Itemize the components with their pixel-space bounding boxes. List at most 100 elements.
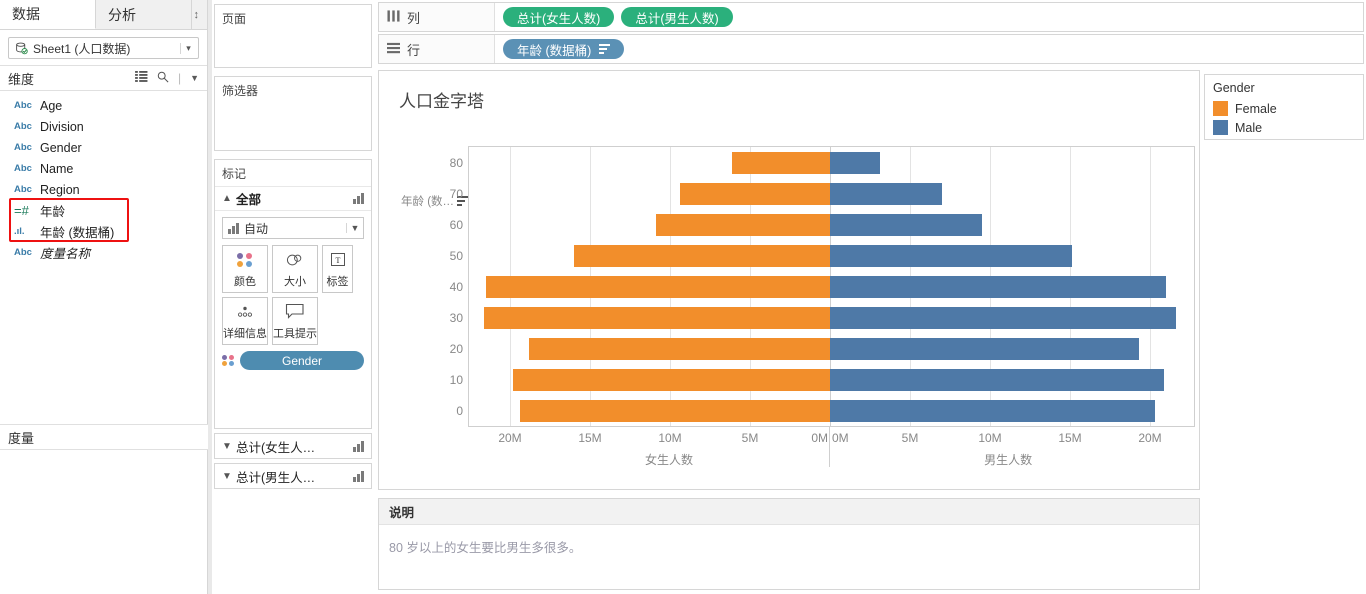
datasource-selector[interactable]: Sheet1 (人口数据) ▾ [8, 37, 199, 59]
field-row[interactable]: =# 年龄 [0, 200, 207, 221]
y-axis-tick: 80 [449, 155, 463, 170]
column-pill-0[interactable]: 总计(女生人数) [503, 7, 615, 27]
x-axis-tick-right-5: 5M [901, 431, 919, 445]
bar-female-80[interactable] [732, 151, 830, 174]
grid-icon[interactable] [135, 71, 148, 85]
color-legend: Gender Female Male [1204, 74, 1364, 140]
legend-title: Gender [1213, 81, 1255, 95]
field-row[interactable]: Abc Division [0, 116, 207, 137]
columns-shelf[interactable]: 列 总计(女生人数) 总计(男生人数) [378, 2, 1364, 32]
dimensions-title: 维度 [8, 71, 35, 87]
pane-resize-handle[interactable]: ↕ [192, 0, 207, 29]
chevron-down-icon[interactable]: ▼ [222, 441, 236, 452]
bar-chart-icon [353, 470, 364, 482]
bar-female-20[interactable] [529, 337, 830, 360]
tooltip-button[interactable]: 工具提示 [272, 297, 318, 345]
detail-icon [235, 302, 255, 322]
total-female-card[interactable]: ▼ 总计(女生人… [214, 433, 372, 459]
tab-analysis[interactable]: 分析 [96, 0, 192, 29]
bar-female-60[interactable] [655, 213, 830, 236]
tooltip-icon [285, 302, 305, 322]
field-row[interactable]: Abc Age [0, 95, 207, 116]
rows-shelf[interactable]: 行 年龄 (数据桶) [378, 34, 1364, 64]
tooltip-button-label: 工具提示 [273, 327, 317, 340]
chevron-down-icon[interactable]: ▼ [346, 223, 363, 233]
bar-male-50[interactable] [830, 244, 1072, 267]
legend-item[interactable]: Female [1213, 99, 1355, 118]
updown-caret-icon: ↕ [193, 8, 200, 21]
columns-drop-area[interactable]: 总计(女生人数) 总计(男生人数) [495, 3, 1363, 31]
bar-male-80[interactable] [830, 151, 880, 174]
row-pill-0[interactable]: 年龄 (数据桶) [503, 39, 625, 59]
bar-male-0[interactable] [830, 399, 1155, 422]
shelves: 列 总计(女生人数) 总计(男生人数) 行 年龄 (数据桶) [378, 2, 1364, 68]
chevron-down-icon[interactable]: ▼ [222, 471, 236, 482]
chevron-down-icon[interactable]: ▾ [180, 42, 196, 54]
field-row[interactable]: Abc Region [0, 179, 207, 200]
legend-item[interactable]: Male [1213, 118, 1355, 137]
bin-field-icon: .ıl. [14, 226, 25, 237]
x-axis-tick-left-0: 0M [811, 431, 828, 445]
abc-field-icon: Abc [14, 247, 32, 258]
field-label: Age [40, 98, 63, 113]
bar-male-60[interactable] [830, 213, 982, 236]
rows-drop-area[interactable]: 年龄 (数据桶) [495, 35, 1363, 63]
filters-card[interactable]: 筛选器 [214, 76, 372, 151]
bar-female-70[interactable] [679, 182, 830, 205]
bar-male-70[interactable] [830, 182, 942, 205]
bar-chart-icon [353, 440, 364, 452]
dimensions-header: 维度 | ▼ [0, 65, 207, 91]
marks-all-row[interactable]: ▲ 全部 [215, 187, 371, 211]
tab-data[interactable]: 数据 [0, 0, 96, 29]
detail-button[interactable]: 详细信息 [222, 297, 268, 345]
bar-female-30[interactable] [484, 306, 830, 329]
bar-female-10[interactable] [513, 368, 830, 391]
column-pill-1[interactable]: 总计(男生人数) [621, 7, 733, 27]
label-button[interactable]: T 标签 [322, 245, 353, 293]
mark-type-value: 自动 [244, 221, 269, 236]
caret-down-icon[interactable]: ▼ [190, 73, 199, 83]
x-axis-tick-left-10: 10M [658, 431, 682, 445]
chevron-up-icon[interactable]: ▲ [222, 193, 236, 204]
marks-color-pill[interactable]: Gender [240, 351, 364, 370]
bar-female-0[interactable] [519, 399, 830, 422]
y-axis-tick: 30 [449, 310, 463, 325]
caption-header: 说明 [379, 499, 1199, 525]
dimensions-list: Abc Age Abc Division Abc Gender Abc Name Abc Regi… [0, 91, 207, 263]
pill-label: 总计(男生人数) [635, 11, 719, 26]
size-button[interactable]: 大小 [272, 245, 318, 293]
x-axis-title-right[interactable]: 男生人数 [984, 451, 1032, 468]
color-button[interactable]: 颜色 [222, 245, 268, 293]
field-label: 年龄 [40, 205, 66, 219]
datasource-row: Sheet1 (人口数据) ▾ [0, 30, 207, 65]
field-row[interactable]: Abc Gender [0, 137, 207, 158]
pill-label: 年龄 (数据桶) [517, 43, 592, 58]
bar-female-50[interactable] [574, 244, 830, 267]
sort-icon[interactable] [599, 44, 611, 54]
pages-card[interactable]: 页面 [214, 4, 372, 68]
search-icon[interactable] [157, 71, 169, 86]
visualization-worksheet: 人口金字塔 年龄 (数… 80 70 60 50 40 30 20 10 0 20M 15M 10M… [378, 70, 1200, 490]
field-label: Name [40, 161, 74, 176]
field-label: Region [40, 182, 80, 197]
axis-divider [829, 427, 830, 467]
x-axis-title-left[interactable]: 女生人数 [645, 451, 693, 468]
bar-male-10[interactable] [830, 368, 1165, 391]
marks-color-pill-row: Gender [222, 351, 364, 370]
abc-field-icon: Abc [14, 142, 32, 153]
caption-panel: 说明 80 岁以上的女生要比男生多很多。 [378, 498, 1200, 590]
datasource-name: Sheet1 (人口数据) [33, 41, 131, 56]
field-row[interactable]: .ıl. 年龄 (数据桶) [0, 221, 207, 242]
field-row[interactable]: Abc Name [0, 158, 207, 179]
field-row[interactable]: Abc 度量名称 [0, 242, 207, 263]
mark-type-select[interactable]: 自动 ▼ [222, 217, 364, 239]
label-button-label: 标签 [326, 275, 349, 288]
bar-male-30[interactable] [830, 306, 1176, 329]
total-female-card-label: 总计(女生人… [236, 440, 316, 455]
x-axis-tick-left-5: 5M [741, 431, 759, 445]
tab-analysis-label: 分析 [108, 6, 136, 23]
bar-male-20[interactable] [830, 337, 1139, 360]
total-male-card[interactable]: ▼ 总计(男生人… [214, 463, 372, 489]
bar-female-40[interactable] [486, 275, 830, 298]
bar-male-40[interactable] [830, 275, 1166, 298]
